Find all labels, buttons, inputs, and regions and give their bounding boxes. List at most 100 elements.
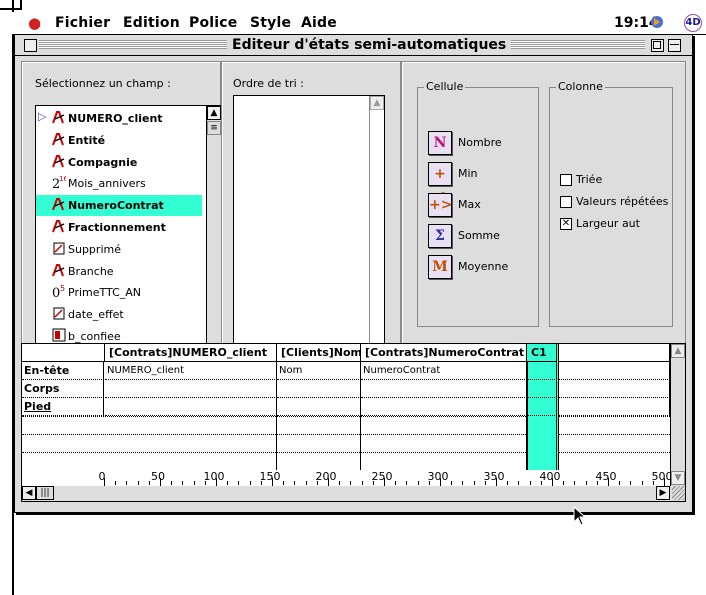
grid-corner — [22, 344, 105, 362]
field-list-item[interactable]: NUMERO_client ▷ — [36, 108, 202, 129]
ruler-tick — [115, 481, 117, 485]
report-cell[interactable]: Nom — [277, 362, 361, 380]
report-cell[interactable] — [105, 398, 277, 416]
cellule-min-button[interactable]: +< — [428, 162, 452, 204]
menu-style[interactable]: Style — [250, 15, 291, 31]
field-list[interactable]: NUMERO_client▷EntitéCompagnie216Mois_ann… — [35, 105, 222, 367]
ruler-tick — [529, 481, 531, 485]
grid-scrollbar[interactable]: ▲ ▼ — [670, 344, 685, 486]
grid-row-divider — [22, 434, 670, 435]
colonne-option-checkbox[interactable] — [560, 174, 572, 186]
hscroll-thumb[interactable]: ||| — [36, 486, 54, 500]
menu-aide[interactable]: Aide — [301, 15, 337, 31]
scroll-up-arrow-icon[interactable]: ▲ — [370, 96, 384, 110]
zoom-box-icon[interactable] — [651, 39, 664, 52]
ruler-tick — [608, 478, 609, 486]
ruler-tick — [664, 478, 665, 486]
sort-list-scrollbar[interactable]: ▲ ▼ — [369, 96, 384, 364]
window-titlebar[interactable]: Editeur d'états semi-automatiques — [15, 35, 692, 56]
ruler-tick — [406, 481, 408, 485]
ruler-tick — [630, 481, 632, 485]
field-list-item-label: Mois_annivers — [68, 177, 146, 191]
scroll-left-arrow-icon[interactable]: ◀ — [22, 486, 36, 500]
report-cell[interactable]: NUMERO_client — [105, 362, 277, 380]
cellule-min-label: Min — [458, 167, 478, 180]
cellule-somme-button[interactable]: Σ — [428, 224, 452, 248]
alpha-field-icon — [52, 154, 66, 168]
report-column-header[interactable]: [Clients]Nom — [277, 344, 361, 362]
scroll-up-arrow-icon[interactable]: ▲ — [671, 344, 685, 358]
date-field-icon — [52, 306, 66, 320]
report-cell[interactable] — [277, 398, 361, 416]
report-cell[interactable]: NumeroContrat — [361, 362, 527, 380]
report-column-header[interactable]: C1 — [527, 344, 557, 362]
cellule-nombre-button[interactable]: N — [428, 131, 452, 155]
ruler-tick — [316, 481, 318, 485]
scroll-right-arrow-icon[interactable]: ▶ — [656, 486, 670, 500]
close-box-icon[interactable] — [24, 39, 37, 52]
report-cell[interactable] — [527, 380, 557, 398]
grid-column-divider — [556, 362, 557, 470]
svg-text:5: 5 — [60, 284, 65, 293]
report-row-label[interactable]: En-tête — [22, 362, 104, 380]
cellule-label: Cellule — [424, 80, 466, 93]
report-grid[interactable]: [Contrats]NUMERO_client [Clients]Nom [Cont… — [21, 343, 686, 488]
sort-list-label: Ordre de tri : — [233, 77, 304, 90]
cellule-somme-label: Somme — [458, 229, 500, 242]
ruler-tick — [182, 481, 184, 485]
ruler-tick — [518, 481, 520, 485]
alpha-field-icon — [52, 263, 66, 277]
application-menu-icon[interactable]: 4D — [684, 14, 702, 32]
report-cell[interactable] — [527, 398, 557, 416]
colonne-option-checkbox[interactable]: ✕ — [560, 218, 572, 230]
colonne-option-checkbox[interactable] — [560, 196, 572, 208]
field-list-item[interactable]: Supprimé — [36, 239, 202, 260]
alpha-field-icon — [52, 197, 66, 211]
ruler-tick-label: 300 — [427, 470, 449, 483]
collapse-box-icon[interactable] — [668, 39, 681, 52]
report-cell[interactable] — [361, 380, 527, 398]
scroll-down-arrow-icon[interactable]: ▼ — [671, 471, 685, 485]
cellule-moyenne-button[interactable]: M — [428, 255, 452, 279]
field-list-item[interactable]: NumeroContrat — [36, 195, 202, 217]
ruler-tick — [619, 481, 621, 485]
ruler-tick — [137, 481, 139, 485]
field-list-item[interactable]: 216Mois_annivers — [36, 173, 202, 194]
ruler-tick — [484, 481, 486, 485]
ruler-tick — [585, 481, 587, 485]
cellule-max-button[interactable]: +> — [428, 193, 452, 217]
scroll-up-arrow-icon[interactable]: ▲ — [207, 106, 221, 120]
ruler-tick — [104, 478, 105, 486]
field-list-item[interactable]: Branche — [36, 261, 202, 282]
report-row-label[interactable]: Corps — [22, 380, 104, 398]
sort-list[interactable]: ▲ ▼ — [233, 95, 385, 367]
menu-edition[interactable]: Edition — [123, 15, 180, 31]
desktop-corner — [0, 0, 22, 10]
field-list-item[interactable]: Compagnie — [36, 152, 202, 173]
field-list-item[interactable]: 0 5 PrimeTTC_AN — [36, 282, 202, 303]
report-column-header[interactable]: [Contrats]NumeroContrat — [361, 344, 527, 362]
field-list-item[interactable]: Fractionnement — [36, 217, 202, 238]
report-column-header[interactable]: [Contrats]NUMERO_client — [105, 344, 277, 362]
report-cell[interactable] — [527, 362, 557, 380]
report-cell[interactable] — [361, 398, 527, 416]
ruler-tick — [361, 481, 363, 485]
report-cell[interactable] — [105, 380, 277, 398]
field-list-scrollbar[interactable]: ▲ ≡ ▼ — [206, 106, 221, 364]
field-list-item[interactable]: date_effet — [36, 304, 202, 325]
ruler-tick-label: 50 — [151, 470, 165, 483]
menu-police[interactable]: Police — [189, 15, 237, 31]
ruler-tick — [171, 481, 173, 485]
window-title: Editeur d'états semi-automatiques — [227, 36, 512, 54]
field-list-item[interactable]: Entité — [36, 130, 202, 151]
resize-grip-icon[interactable] — [672, 486, 685, 500]
current-item-pointer-icon: ▷ — [38, 110, 47, 123]
grid-row-divider — [22, 452, 670, 453]
menu-fichier[interactable]: Fichier — [55, 15, 110, 31]
grid-horizontal-scrollbar[interactable]: ◀ ||| ▶ — [21, 486, 686, 502]
apple-menu-icon[interactable]: ● — [28, 14, 41, 32]
report-cell[interactable] — [277, 380, 361, 398]
help-balloon-icon[interactable] — [649, 14, 665, 30]
report-row-label[interactable]: Pied — [22, 398, 104, 416]
scroll-thumb[interactable]: ≡ — [207, 121, 221, 135]
